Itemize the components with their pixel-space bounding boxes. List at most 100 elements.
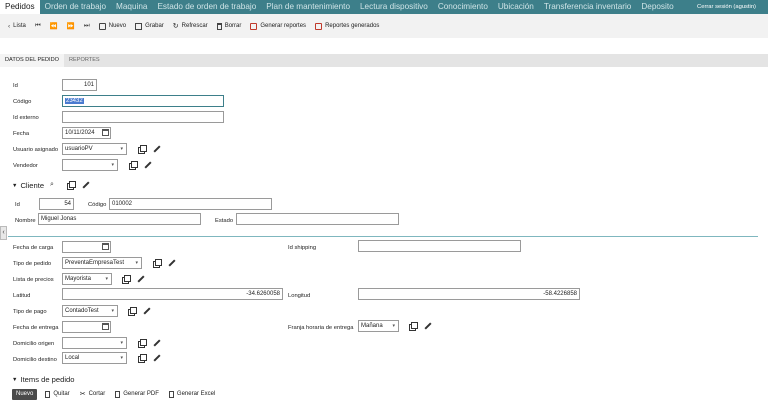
tab-conocimiento[interactable]: Conocimiento — [433, 0, 493, 14]
items-new-button[interactable]: Nuevo — [12, 388, 38, 400]
chevron-down-icon: ▾ — [105, 276, 108, 282]
new-icon — [98, 22, 106, 30]
edit-icon[interactable] — [153, 339, 161, 347]
usuario-asignado-select[interactable]: usuarioPV ▾ — [62, 143, 127, 155]
tab-deposito[interactable]: Deposito — [636, 0, 678, 14]
new-button-label: Nuevo — [108, 23, 127, 29]
edit-icon[interactable] — [143, 307, 151, 315]
tab-ubicacion[interactable]: Ubicación — [493, 0, 539, 14]
previous-record-icon[interactable]: ⏪ — [50, 22, 58, 30]
tab-lectura-dispositivo[interactable]: Lectura dispositivo — [355, 0, 433, 14]
tab-orden-de-trabajo[interactable]: Orden de trabajo — [40, 0, 111, 14]
refresh-button-label: Refrescar — [181, 23, 208, 29]
last-record-icon[interactable]: ⏭ — [84, 22, 90, 30]
pdf-icon — [115, 390, 121, 398]
cliente-estado-label: Estado — [215, 218, 234, 224]
edit-icon[interactable] — [153, 145, 161, 153]
edit-icon[interactable] — [168, 259, 176, 267]
next-record-icon[interactable]: ⏩ — [67, 22, 75, 30]
list-button-label: Lista — [13, 23, 26, 29]
id-externo-field[interactable] — [62, 111, 224, 123]
id-field[interactable]: 101 — [62, 79, 97, 91]
edit-icon[interactable] — [144, 161, 152, 169]
tab-estado-orden-trabajo[interactable]: Estado de orden de trabajo — [152, 0, 261, 14]
copy-icon[interactable] — [138, 339, 147, 348]
cliente-codigo-field[interactable]: 010002 — [109, 198, 272, 210]
items-section-header[interactable]: ▼ Items de pedido — [12, 375, 75, 384]
module-tabs: Pedidos Orden de trabajo Maquina Estado … — [0, 0, 680, 14]
tab-plan-mantenimiento[interactable]: Plan de mantenimiento — [261, 0, 355, 14]
generate-pdf-button[interactable]: Generar PDF — [115, 390, 159, 398]
collapse-handle[interactable]: ‹ — [0, 226, 7, 240]
items-remove-button[interactable]: Quitar — [45, 390, 70, 398]
chevron-down-icon: ▾ — [120, 340, 123, 346]
cliente-nombre-field[interactable]: Miguel Jonas — [38, 213, 201, 225]
tab-transferencia-inventario[interactable]: Transferencia inventario — [539, 0, 637, 14]
cliente-codigo-label: Código — [88, 202, 107, 208]
report-icon — [250, 22, 258, 30]
franja-horaria-select[interactable]: Mañana ▾ — [358, 320, 399, 332]
edit-icon[interactable] — [82, 181, 90, 189]
search-icon[interactable]: ⌕ — [50, 181, 54, 188]
generated-reports-label: Reportes generados — [325, 23, 380, 29]
generate-excel-button[interactable]: Generar Excel — [168, 390, 215, 398]
first-record-icon[interactable]: ⏮ — [35, 22, 41, 30]
copy-icon[interactable] — [67, 181, 76, 190]
copy-icon[interactable] — [138, 354, 147, 363]
domicilio-origen-select[interactable]: ▾ — [62, 337, 127, 349]
latitud-field[interactable]: -34.6260058 — [62, 288, 283, 300]
copy-icon[interactable] — [128, 307, 137, 316]
codigo-field[interactable]: 23432 — [62, 95, 224, 107]
list-button[interactable]: ‹ Lista — [8, 23, 26, 30]
longitud-field[interactable]: -58.4226858 — [358, 288, 580, 300]
calendar-icon[interactable] — [102, 129, 109, 136]
chevron-down-icon: ▾ — [111, 308, 114, 314]
latitud-label: Latitud — [13, 293, 31, 299]
cliente-section-header[interactable]: ▼ Cliente — [12, 181, 44, 190]
cliente-id-field[interactable]: 54 — [39, 198, 74, 210]
tipo-pago-label: Tipo de pago — [13, 309, 47, 315]
copy-icon[interactable] — [122, 275, 131, 284]
spacer-strip — [0, 38, 768, 54]
logout-link[interactable]: Cerrar sesión (agustin) — [697, 0, 756, 14]
vendedor-select[interactable]: ▾ — [62, 159, 118, 171]
lista-precios-select[interactable]: Mayorista ▾ — [62, 273, 112, 285]
scissors-icon: ✂ — [79, 391, 86, 398]
tab-datos-del-pedido[interactable]: DATOS DEL PEDIDO — [0, 54, 64, 67]
copy-icon[interactable] — [138, 145, 147, 154]
edit-icon[interactable] — [153, 354, 161, 362]
generated-reports-button[interactable]: Reportes generados — [315, 22, 380, 30]
new-button[interactable]: Nuevo — [98, 22, 127, 30]
save-button[interactable]: Grabar — [135, 22, 164, 30]
calendar-icon[interactable] — [102, 323, 109, 330]
delete-button[interactable]: Borrar — [216, 22, 241, 30]
calendar-icon[interactable] — [102, 243, 109, 250]
domicilio-destino-value: Local — [65, 355, 80, 361]
cliente-estado-field[interactable] — [236, 213, 399, 225]
items-cut-button[interactable]: ✂ Cortar — [80, 390, 106, 398]
id-shipping-field[interactable] — [358, 240, 521, 252]
edit-icon[interactable] — [424, 322, 432, 330]
id-externo-label: Id externo — [13, 115, 39, 121]
fecha-carga-label: Fecha de carga — [13, 245, 54, 251]
chevron-left-icon: ‹ — [2, 229, 5, 236]
cliente-nombre-label: Nombre — [15, 218, 36, 224]
items-title: Items de pedido — [20, 375, 75, 384]
tipo-pago-select[interactable]: ContadoTest ▾ — [62, 305, 118, 317]
tipo-pedido-select[interactable]: PreventaEmpresaTest ▾ — [62, 257, 142, 269]
codigo-label: Código — [13, 99, 32, 105]
copy-icon[interactable] — [129, 161, 138, 170]
generate-reports-button[interactable]: Generar reportes — [250, 22, 306, 30]
fecha-value: 10/11/2024 — [65, 130, 95, 136]
tab-pedidos[interactable]: Pedidos — [0, 0, 40, 14]
items-toolbar: Nuevo Quitar ✂ Cortar Generar PDF Genera… — [12, 388, 225, 400]
items-cut-label: Cortar — [88, 391, 106, 397]
refresh-button[interactable]: ↻ Refrescar — [173, 22, 208, 30]
edit-icon[interactable] — [137, 275, 145, 283]
tab-maquina[interactable]: Maquina — [111, 0, 152, 14]
domicilio-destino-select[interactable]: Local ▾ — [62, 352, 127, 364]
copy-icon[interactable] — [153, 259, 162, 268]
copy-icon[interactable] — [409, 322, 418, 331]
tab-reportes[interactable]: REPORTES — [64, 54, 105, 67]
fecha-label: Fecha — [13, 131, 30, 137]
